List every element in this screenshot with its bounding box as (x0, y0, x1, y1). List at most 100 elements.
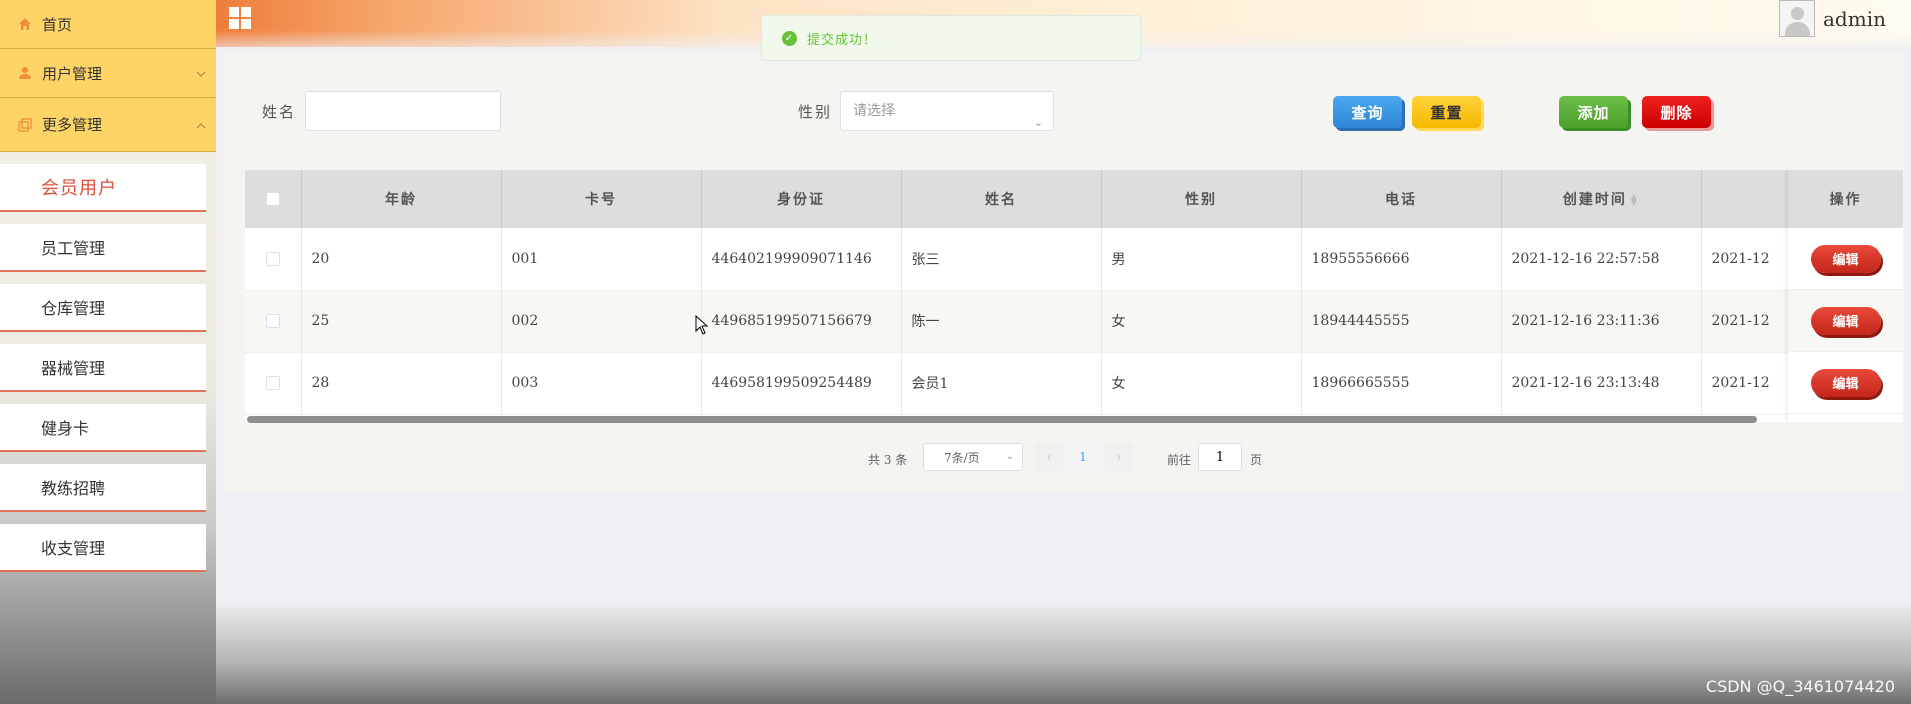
page-unit-label: 页 (1250, 453, 1263, 467)
row-checkbox[interactable] (265, 314, 280, 328)
sidebar-item-label: 健身卡 (41, 419, 90, 438)
select-all-cell (245, 170, 302, 228)
sidebar-item-member-users[interactable]: 会员用户 (0, 164, 206, 212)
table-header-row: 年龄 卡号 身份证 姓名 性别 电话 创建时间▲▼ 更 (245, 170, 1903, 228)
table-row: 25 002 449685199507156679 陈一 女 189444455… (245, 290, 1903, 353)
pagination: 共 3 条 7条/页 ⌄ ‹ 1 › 前往 页 (225, 443, 1905, 473)
prev-page-button[interactable]: ‹ (1035, 443, 1063, 471)
next-page-button[interactable]: › (1105, 443, 1133, 471)
sidebar-item-fitness-card[interactable]: 健身卡 (0, 404, 206, 452)
watermark: CSDN @Q_3461074420 (1705, 677, 1895, 696)
sidebar-item-finance-management[interactable]: 收支管理 (0, 524, 206, 572)
column-header-card[interactable]: 卡号 (501, 170, 702, 228)
home-icon (16, 17, 34, 31)
cell-gender: 男 (1101, 228, 1302, 291)
gender-placeholder: 请选择 (853, 103, 895, 119)
column-header-gender[interactable]: 性别 (1101, 170, 1302, 228)
success-toast: ✓ 提交成功！ (761, 15, 1141, 61)
cell-card: 002 (501, 290, 702, 353)
cell-card: 003 (501, 352, 702, 415)
add-button[interactable]: 添加 (1559, 96, 1628, 128)
column-header-created[interactable]: 创建时间 ▲ ▼ (1501, 170, 1702, 228)
sidebar-item-label: 员工管理 (41, 239, 106, 258)
user-icon (16, 66, 34, 80)
menu-more-management-label: 更多管理 (42, 116, 103, 134)
cell-created: 2021-12-16 22:57:58 (1501, 228, 1702, 291)
sidebar-item-coach-recruitment[interactable]: 教练招聘 (0, 464, 206, 512)
column-header-phone[interactable]: 电话 (1301, 170, 1502, 228)
cell-age: 20 (301, 228, 502, 291)
sidebar-item-equipment-management[interactable]: 器械管理 (0, 344, 206, 392)
menu-user-management[interactable]: 用户管理 (0, 49, 216, 98)
sort-icon[interactable]: ▲ ▼ (1631, 193, 1639, 207)
total-count: 共 3 条 (868, 453, 908, 467)
horizontal-scrollbar[interactable] (247, 416, 1757, 423)
query-button[interactable]: 查询 (1333, 96, 1402, 128)
member-table: 年龄 卡号 身份证 姓名 性别 电话 创建时间▲▼ 更 20 001 44640… (245, 170, 1903, 422)
column-header-age[interactable]: 年龄 (301, 170, 502, 228)
goto-page-input[interactable] (1198, 443, 1242, 471)
cell-phone: 18966665555 (1301, 352, 1502, 415)
cell-name: 张三 (901, 228, 1102, 291)
row-select-cell (245, 290, 302, 353)
menu-more-management[interactable]: 更多管理 (0, 98, 216, 152)
cell-created: 2021-12-16 23:13:48 (1501, 352, 1702, 415)
delete-button[interactable]: 删除 (1642, 96, 1711, 128)
page-number-1[interactable]: 1 (1063, 443, 1103, 471)
page-size-select[interactable]: 7条/页 ⌄ (923, 443, 1023, 471)
row-select-cell (245, 352, 302, 415)
row-checkbox[interactable] (265, 376, 280, 390)
reset-button[interactable]: 重置 (1412, 96, 1481, 128)
column-header-created-label: 创建时间 (1562, 192, 1627, 208)
sidebar-item-label: 收支管理 (41, 539, 106, 558)
column-header-name[interactable]: 姓名 (901, 170, 1102, 228)
menu-user-management-label: 用户管理 (42, 64, 103, 83)
cell-name: 陈一 (901, 290, 1102, 353)
action-cell: 编辑 (1788, 228, 1903, 290)
chevron-down-icon: ⌄ (1005, 451, 1014, 462)
check-circle-icon: ✓ (782, 30, 797, 46)
sidebar-item-warehouse-management[interactable]: 仓库管理 (0, 284, 206, 332)
user-menu[interactable]: admin (1779, 0, 1886, 37)
menu-home-label: 首页 (42, 15, 73, 34)
chevron-down-icon (186, 66, 216, 80)
row-checkbox[interactable] (265, 251, 280, 266)
select-all-checkbox[interactable] (265, 192, 280, 206)
cell-created: 2021-12-16 23:11:36 (1501, 290, 1702, 353)
name-input[interactable] (305, 91, 501, 131)
cell-phone: 18944445555 (1301, 290, 1502, 353)
column-header-id-card[interactable]: 身份证 (701, 170, 902, 228)
table-row: 20 001 446402199909071146 张三 男 189555566… (245, 228, 1903, 291)
bottom-fade (216, 600, 1911, 704)
table-row: 28 003 446958199509254489 会员1 女 18966665… (245, 352, 1903, 415)
sidebar-item-employee-management[interactable]: 员工管理 (0, 224, 206, 272)
edit-button[interactable]: 编辑 (1810, 306, 1881, 335)
edit-button[interactable]: 编辑 (1810, 368, 1881, 397)
chevron-down-icon: ⌄ (1033, 116, 1043, 129)
sidebar-item-label: 仓库管理 (41, 299, 106, 318)
action-cell: 编辑 (1788, 352, 1903, 414)
cell-age: 28 (301, 352, 502, 415)
copy-icon (16, 117, 34, 132)
cell-gender: 女 (1101, 290, 1302, 353)
actions-column: 操作 编辑 编辑 编辑 (1788, 170, 1903, 422)
cell-id-card: 446402199909071146 (701, 228, 902, 291)
cell-name: 会员1 (901, 352, 1102, 415)
cell-phone: 18955556666 (1301, 228, 1502, 291)
gender-select[interactable]: 请选择 ⌄ (840, 91, 1054, 131)
sidebar: 首页 用户管理 更多管理 会员用户 员工管理 仓库管理 器械管理 健身卡 教练招… (0, 0, 216, 704)
menu-home[interactable]: 首页 (0, 0, 216, 49)
page-size-value: 7条/页 (944, 450, 980, 465)
main-panel: 姓名 性别 请选择 ⌄ 查询 重置 添加 删除 年龄 卡号 身份证 姓名 性别 … (225, 54, 1905, 492)
column-header-actions: 操作 (1788, 170, 1903, 228)
cell-gender: 女 (1101, 352, 1302, 415)
action-cell: 编辑 (1788, 290, 1903, 352)
goto-label: 前往 (1167, 453, 1192, 467)
avatar (1779, 0, 1815, 37)
sidebar-item-label: 器械管理 (41, 359, 106, 378)
sidebar-item-label: 教练招聘 (41, 479, 106, 498)
gender-label: 性别 (798, 103, 833, 121)
grid-menu-icon[interactable] (229, 7, 251, 29)
edit-button[interactable]: 编辑 (1810, 244, 1881, 273)
cell-id-card: 446958199509254489 (701, 352, 902, 415)
